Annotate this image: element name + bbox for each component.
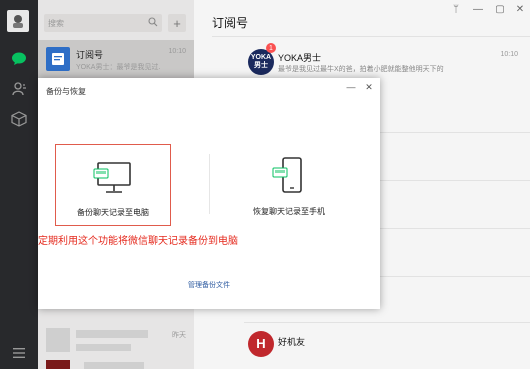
blurred-avatar (46, 328, 70, 352)
chat-item-subscriptions[interactable]: 订阅号 YOKA男士：最爷是我见过... 10:10 (38, 40, 194, 78)
dialog-minimize-button[interactable]: — (344, 80, 358, 94)
row-divider (244, 322, 530, 323)
title-divider (212, 36, 530, 37)
favorites-icon[interactable] (10, 110, 28, 128)
add-chat-button[interactable]: + (168, 14, 186, 32)
backup-to-pc-label: 备份聊天记录至电脑 (77, 208, 149, 217)
search-icon (148, 17, 158, 29)
chat-item-preview: YOKA男士：最爷是我见过... (76, 64, 161, 71)
haojiyou-logo: H (248, 331, 274, 357)
chat-item-blurred[interactable]: 昨天 (38, 322, 194, 360)
dialog-title: 备份与恢复 (46, 87, 86, 96)
subscription-account-icon (46, 47, 70, 71)
chat-item-time: 10:10 (168, 48, 186, 55)
dialog-close-button[interactable]: ✕ (362, 80, 376, 94)
blurred-name (76, 330, 148, 338)
menu-icon[interactable] (10, 344, 28, 362)
pin-window-button[interactable]: ᛘ (448, 2, 464, 16)
subscription-time: 10:10 (500, 51, 518, 58)
search-placeholder: 搜索 (48, 18, 64, 28)
unread-badge: 1 (266, 43, 276, 53)
phone-icon (271, 156, 307, 198)
manage-backup-files-link[interactable]: 管理备份文件 (38, 280, 380, 290)
backup-to-pc-option[interactable]: 备份聊天记录至电脑 (55, 144, 171, 226)
restore-to-phone-label: 恢复聊天记录至手机 (253, 207, 325, 216)
blurred-name (84, 362, 144, 369)
nav-bar (0, 0, 38, 369)
close-button[interactable]: ✕ (512, 2, 528, 16)
maximize-button[interactable]: ▢ (492, 2, 508, 16)
chat-item-name: 订阅号 (76, 50, 104, 60)
contacts-icon[interactable] (10, 80, 28, 98)
search-input[interactable]: 搜索 (44, 14, 162, 32)
subscription-desc: 最爷是我见过最牛X的爸，拍着小肥就能整他明天下的 (278, 66, 444, 73)
subscription-item[interactable]: H 好机友 (244, 328, 530, 369)
blurred-avatar (46, 360, 70, 369)
subscription-name: 好机友 (278, 337, 306, 347)
chat-item-time: 昨天 (172, 332, 186, 339)
user-avatar[interactable] (7, 10, 29, 32)
blurred-preview (76, 344, 131, 351)
page-title: 订阅号 (212, 16, 249, 30)
chat-icon[interactable] (10, 50, 28, 68)
minimize-button[interactable]: — (470, 2, 486, 16)
monitor-icon (92, 161, 136, 199)
instruction-note: 定期利用这个功能将微信聊天记录备份到电脑 (38, 236, 238, 247)
option-divider (209, 154, 210, 214)
backup-restore-dialog: 备份与恢复 — ✕ 备份聊天记录至电脑 恢复聊天记录至手机 定期利用这个功能将微… (38, 78, 380, 309)
subscription-name: YOKA男士 (278, 53, 322, 63)
restore-to-phone-option[interactable]: 恢复聊天记录至手机 (231, 144, 347, 226)
